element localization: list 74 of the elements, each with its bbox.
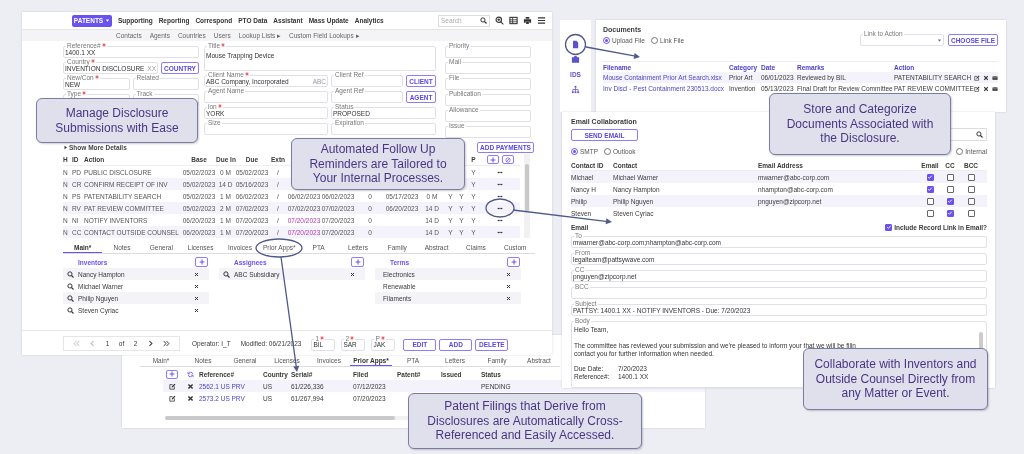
search-icon[interactable] — [67, 294, 74, 302]
checkbox[interactable] — [946, 173, 954, 181]
search-icon[interactable] — [67, 282, 74, 290]
delete-icon[interactable] — [983, 85, 989, 92]
more-icon[interactable] — [495, 181, 505, 187]
remove-icon[interactable] — [350, 271, 355, 277]
hierarchy-icon[interactable] — [571, 85, 580, 94]
more-icon[interactable] — [495, 217, 505, 223]
expand-icon — [63, 145, 68, 150]
checkbox[interactable] — [946, 209, 954, 217]
cancel-icon — [504, 156, 511, 163]
caret-icon — [936, 37, 942, 43]
search-icon[interactable] — [223, 270, 230, 278]
cancel-button[interactable] — [501, 155, 514, 164]
edit-icon[interactable] — [168, 394, 176, 402]
search-icon[interactable] — [67, 306, 74, 314]
callout-tooltip: Patent Filings that Derive from Disclosures are Automatically Cross-Referenced and Easily Accessed. — [408, 393, 642, 449]
plus-icon — [510, 259, 517, 265]
checkbox[interactable] — [946, 185, 954, 193]
checkbox[interactable] — [967, 197, 975, 205]
highlight-circle — [564, 33, 587, 56]
checkbox[interactable] — [926, 173, 934, 181]
check-icon — [885, 224, 892, 230]
plus-icon — [489, 156, 496, 163]
refresh-icon[interactable] — [186, 370, 194, 378]
highlight-ellipse — [485, 198, 515, 218]
edit-icon[interactable] — [168, 382, 176, 390]
checkbox[interactable] — [946, 197, 954, 205]
checkbox[interactable] — [926, 197, 934, 205]
edit-icon[interactable] — [974, 74, 980, 81]
callout-tooltip: Store and Categorize Documents Associated with the Disclosure. — [769, 93, 951, 155]
next-page-icon[interactable] — [146, 339, 154, 347]
callout-tooltip: Collaborate with Inventors and Outside Counsel Directly from any Matter or Event. — [803, 348, 988, 410]
delete-icon[interactable] — [186, 394, 194, 402]
search-icon[interactable] — [480, 17, 487, 24]
mail-icon[interactable] — [992, 85, 998, 92]
remove-icon[interactable] — [194, 283, 199, 289]
document-icon[interactable] — [571, 40, 580, 49]
caret-icon — [105, 18, 111, 23]
checkbox[interactable] — [926, 185, 934, 193]
delete-icon[interactable] — [983, 74, 989, 81]
remove-icon[interactable] — [194, 295, 199, 301]
mail-icon[interactable] — [992, 74, 998, 81]
remove-icon[interactable] — [194, 307, 199, 313]
more-icon[interactable] — [495, 193, 505, 199]
delete-icon[interactable] — [186, 382, 194, 390]
plus-icon — [354, 259, 361, 265]
add-button[interactable] — [486, 155, 499, 164]
plus-icon — [198, 259, 205, 265]
zoom-icon[interactable] — [495, 16, 504, 25]
more-icon[interactable] — [495, 169, 505, 175]
arrow — [585, 46, 640, 59]
callout-tooltip: Manage Disclosure Submissions with Ease — [36, 98, 198, 143]
highlight-ellipse — [255, 238, 303, 258]
checkbox[interactable] — [967, 173, 975, 181]
remove-icon[interactable] — [194, 271, 199, 277]
remove-icon[interactable] — [506, 283, 511, 289]
search-icon[interactable] — [67, 270, 74, 278]
search-icon[interactable] — [976, 131, 983, 138]
remove-icon[interactable] — [506, 295, 511, 301]
last-page-icon[interactable] — [163, 339, 171, 347]
checkbox[interactable] — [926, 209, 934, 217]
callout-tooltip: Automated Follow Up Reminders are Tailored to Your Internal Processes. — [291, 138, 465, 190]
plus-icon — [169, 371, 175, 377]
checkbox[interactable] — [967, 185, 975, 193]
menu-icon[interactable] — [537, 16, 546, 25]
checkbox[interactable] — [967, 209, 975, 217]
table-icon[interactable] — [509, 16, 518, 25]
edit-icon[interactable] — [974, 85, 980, 92]
print-icon[interactable] — [523, 16, 532, 25]
scrollbar[interactable] — [524, 154, 530, 238]
remove-icon[interactable] — [506, 271, 511, 277]
more-icon[interactable] — [495, 205, 505, 211]
more-icon[interactable] — [495, 229, 505, 235]
